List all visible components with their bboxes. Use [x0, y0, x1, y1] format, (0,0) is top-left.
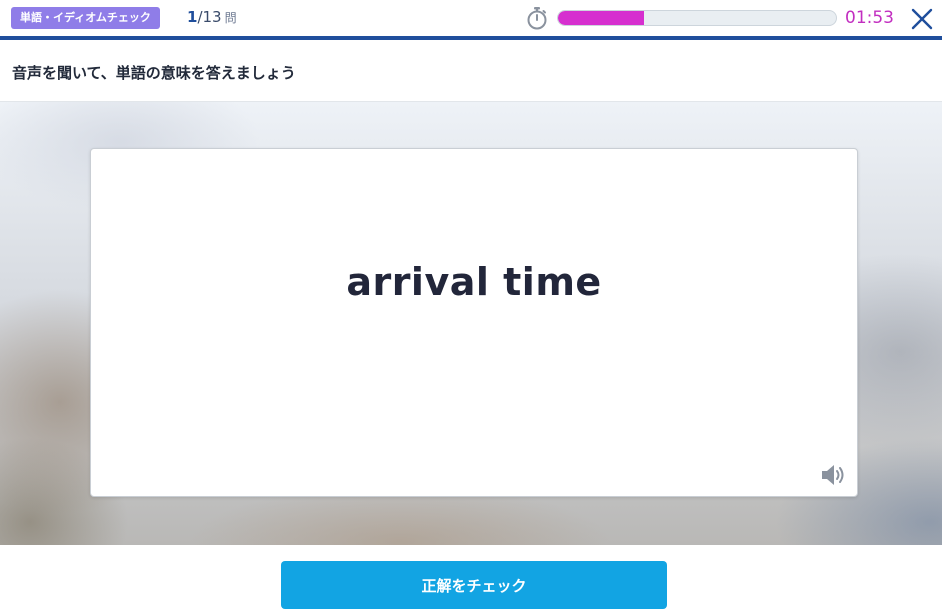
stopwatch-icon — [527, 7, 547, 30]
time-remaining: 01:53 — [845, 8, 894, 28]
instruction-text: 音声を聞いて、単語の意味を答えましょう — [12, 64, 296, 82]
footer: 正解をチェック — [0, 545, 942, 615]
total-questions: /13 — [197, 8, 222, 26]
speaker-icon[interactable] — [819, 462, 849, 488]
category-badge: 単語・イディオムチェック — [11, 7, 160, 29]
top-bar: 単語・イディオムチェック 1/13 問 01:53 — [0, 0, 942, 40]
time-progress-fill — [558, 11, 645, 25]
current-question-number: 1 — [187, 8, 198, 26]
question-unit: 問 — [224, 11, 237, 25]
instruction-bar: 音声を聞いて、単語の意味を答えましょう — [0, 44, 942, 102]
time-progress-bar — [557, 10, 837, 26]
question-counter: 1/13 問 — [187, 8, 237, 26]
check-answer-button[interactable]: 正解をチェック — [281, 561, 667, 609]
question-stage: arrival time — [0, 102, 942, 545]
word-card: arrival time — [90, 148, 858, 497]
close-icon[interactable] — [908, 5, 936, 33]
question-word: arrival time — [346, 260, 602, 304]
